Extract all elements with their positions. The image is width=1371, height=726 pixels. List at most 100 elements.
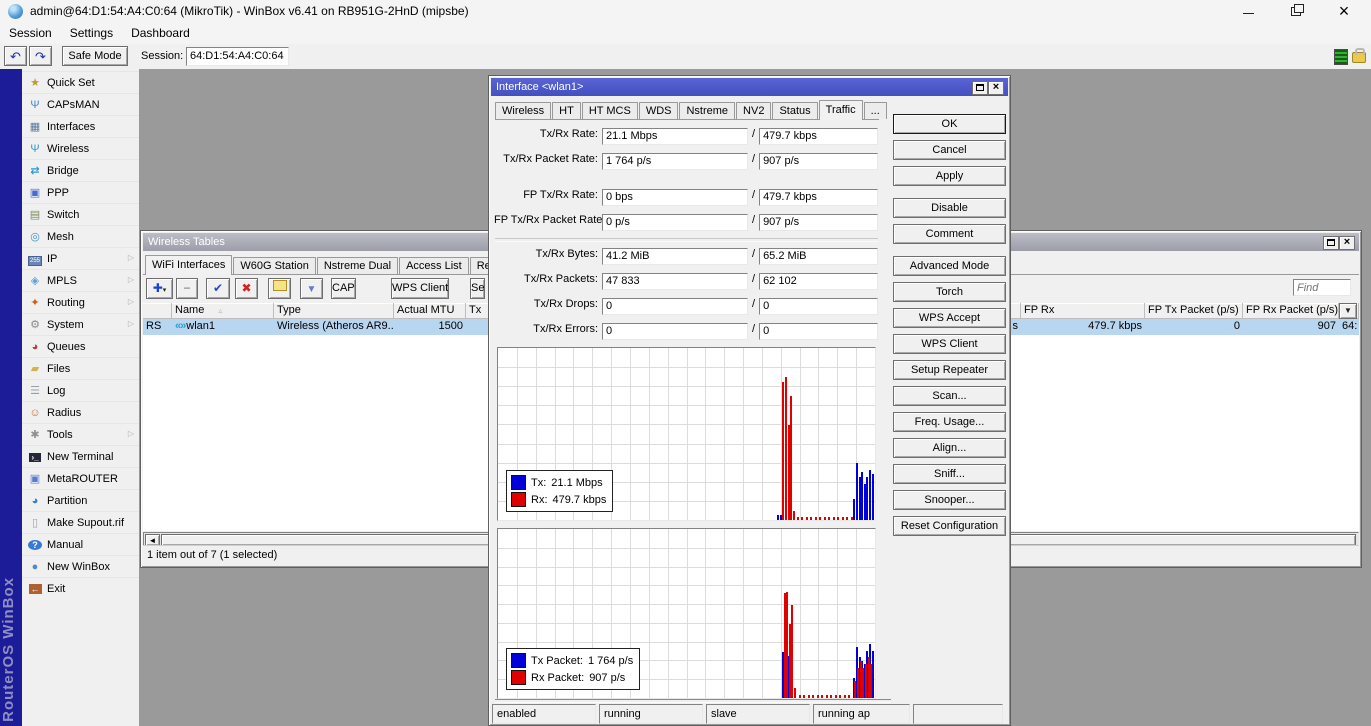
rx-value-field[interactable]: 479.7 kbps	[759, 189, 878, 206]
rx-value-field[interactable]: 907 p/s	[759, 214, 878, 231]
column-selector-icon[interactable]: ▼	[1339, 303, 1357, 319]
column-header[interactable]: FP Tx Packet (p/s)	[1145, 303, 1243, 319]
column-header[interactable]	[143, 303, 172, 319]
close-icon[interactable]	[1321, 0, 1367, 23]
disable-button[interactable]	[235, 278, 258, 299]
sidebar-item[interactable]: Switch	[22, 203, 139, 225]
tab[interactable]: Nstreme Dual	[317, 257, 398, 274]
tab[interactable]: Access List	[399, 257, 469, 274]
column-header[interactable]: Type	[274, 303, 394, 319]
dialog-button[interactable]: Freq. Usage...	[893, 412, 1006, 432]
rx-value-field[interactable]: 0	[759, 323, 878, 340]
tab[interactable]: Wireless	[495, 102, 551, 119]
column-header[interactable]: Actual MTU	[394, 303, 466, 319]
sidebar-item[interactable]: Files	[22, 357, 139, 379]
column-header[interactable]: FP Rx Packet (p/s)	[1243, 303, 1339, 319]
tab[interactable]: Status	[772, 102, 817, 119]
redo-icon[interactable]: ↷	[29, 46, 52, 66]
dialog-titlebar[interactable]: Interface <wlan1>	[491, 78, 1008, 96]
tx-value-field[interactable]: 0 p/s	[602, 214, 748, 231]
filter-button[interactable]	[300, 278, 323, 299]
tx-value-field[interactable]: 41.2 MiB	[602, 248, 748, 265]
tab[interactable]: HT MCS	[582, 102, 638, 119]
menu-item[interactable]: Session	[0, 23, 61, 40]
undo-icon[interactable]: ↶	[4, 46, 27, 66]
restore-icon[interactable]	[1273, 0, 1319, 23]
cap-button[interactable]: CAP	[331, 278, 356, 299]
maximize-icon[interactable]	[972, 81, 988, 95]
tab[interactable]: NV2	[736, 102, 771, 119]
tx-value-field[interactable]: 0	[602, 323, 748, 340]
dialog-button[interactable]: Sniff...	[893, 464, 1006, 484]
sidebar-item[interactable]: Radius	[22, 401, 139, 423]
close-icon[interactable]	[988, 81, 1004, 95]
column-header[interactable]: FP Rx	[1021, 303, 1145, 319]
sidebar-item[interactable]: Routing	[22, 291, 139, 313]
rx-value-field[interactable]: 907 p/s	[759, 153, 878, 170]
sidebar-item[interactable]: System	[22, 313, 139, 335]
dialog-button[interactable]: Cancel	[893, 140, 1006, 160]
tx-value-field[interactable]: 1 764 p/s	[602, 153, 748, 170]
sidebar-item[interactable]: Manual	[22, 533, 139, 555]
sidebar-item[interactable]: Bridge	[22, 159, 139, 181]
tab[interactable]: HT	[552, 102, 581, 119]
close-icon[interactable]	[1339, 236, 1355, 250]
sidebar-item[interactable]: Log	[22, 379, 139, 401]
dialog-button[interactable]: Disable	[893, 198, 1006, 218]
sidebar-item[interactable]: Exit	[22, 577, 139, 599]
sidebar-item[interactable]: Mesh	[22, 225, 139, 247]
sidebar-item[interactable]: Interfaces	[22, 115, 139, 137]
safe-mode-button[interactable]: Safe Mode	[62, 46, 128, 66]
dialog-button[interactable]: Apply	[893, 166, 1006, 186]
dialog-button[interactable]: OK	[893, 114, 1006, 134]
dialog-button[interactable]: Advanced Mode	[893, 256, 1006, 276]
dialog-button[interactable]: WPS Client	[893, 334, 1006, 354]
dialog-button[interactable]: Reset Configuration	[893, 516, 1006, 536]
sidebar-item[interactable]: Quick Set	[22, 71, 139, 93]
dialog-button[interactable]: Setup Repeater	[893, 360, 1006, 380]
sidebar-item[interactable]: Wireless	[22, 137, 139, 159]
rx-value-field[interactable]: 65.2 MiB	[759, 248, 878, 265]
dialog-button[interactable]: Torch	[893, 282, 1006, 302]
sidebar-item[interactable]: CAPsMAN	[22, 93, 139, 115]
rx-value-field[interactable]: 0	[759, 298, 878, 315]
tab[interactable]: ...	[864, 102, 887, 119]
sidebar-item[interactable]: New WinBox	[22, 555, 139, 577]
find-input[interactable]	[1293, 279, 1351, 296]
sidebar-item[interactable]: New Terminal	[22, 445, 139, 467]
tab[interactable]: Nstreme	[679, 102, 735, 119]
tx-value-field[interactable]: 47 833	[602, 273, 748, 290]
scanner-button[interactable]: Se	[470, 278, 485, 299]
remove-button[interactable]	[176, 278, 198, 299]
sidebar-item[interactable]: Partition	[22, 489, 139, 511]
sidebar-item[interactable]: IP	[22, 247, 139, 269]
sidebar-item[interactable]: MetaROUTER	[22, 467, 139, 489]
comment-button[interactable]	[268, 278, 291, 299]
column-header[interactable]: Name	[172, 303, 274, 319]
tx-value-field[interactable]: 0 bps	[602, 189, 748, 206]
sidebar-item[interactable]: Make Supout.rif	[22, 511, 139, 533]
minimize-icon[interactable]	[1225, 0, 1271, 23]
tab[interactable]: W60G Station	[233, 257, 315, 274]
enable-button[interactable]	[206, 278, 230, 299]
rx-value-field[interactable]: 62 102	[759, 273, 878, 290]
add-button[interactable]: ▾	[146, 278, 173, 299]
tx-value-field[interactable]: 0	[602, 298, 748, 315]
dialog-button[interactable]: Align...	[893, 438, 1006, 458]
maximize-icon[interactable]	[1323, 236, 1339, 250]
dialog-button[interactable]: Scan...	[893, 386, 1006, 406]
tab[interactable]: Traffic	[819, 100, 863, 120]
rx-value-field[interactable]: 479.7 kbps	[759, 128, 878, 145]
tab[interactable]: WDS	[639, 102, 679, 119]
sidebar-item[interactable]: PPP	[22, 181, 139, 203]
tx-value-field[interactable]: 21.1 Mbps	[602, 128, 748, 145]
menu-item[interactable]: Dashboard	[122, 23, 199, 40]
sidebar-item[interactable]: MPLS	[22, 269, 139, 291]
sidebar-item[interactable]: Tools	[22, 423, 139, 445]
dialog-button[interactable]: Snooper...	[893, 490, 1006, 510]
sidebar-item[interactable]: Queues	[22, 335, 139, 357]
menu-item[interactable]: Settings	[61, 23, 122, 40]
dialog-button[interactable]: Comment	[893, 224, 1006, 244]
wps-client-button[interactable]: WPS Client	[391, 278, 449, 299]
tab[interactable]: WiFi Interfaces	[145, 255, 232, 275]
